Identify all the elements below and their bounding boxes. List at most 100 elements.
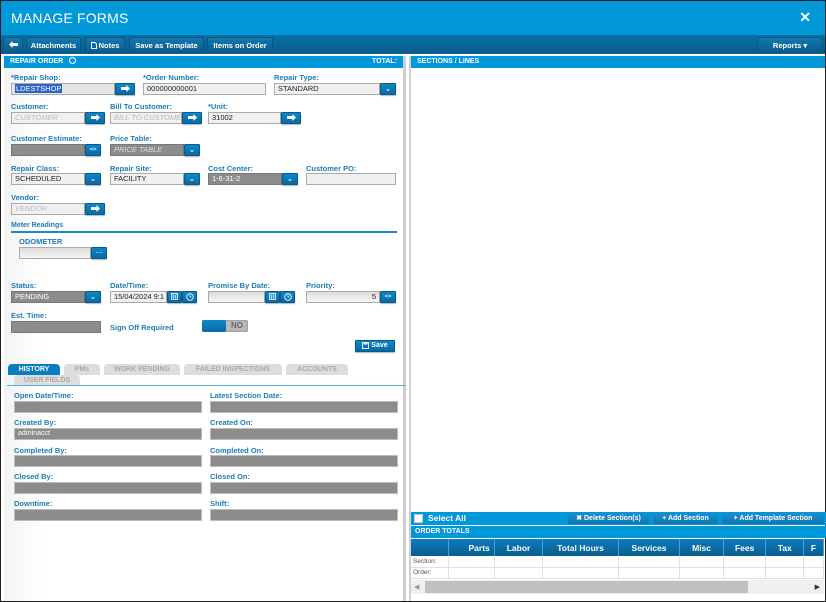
order-totals-header: ORDER TOTALS — [411, 526, 826, 538]
scrollbar-thumb[interactable] — [425, 581, 748, 593]
cell — [448, 567, 495, 579]
scroll-left-icon[interactable]: ◀ — [414, 583, 419, 591]
sign-off-toggle[interactable]: NO — [202, 320, 248, 332]
est-time-label: Est. Time: — [11, 311, 47, 320]
customer-input[interactable]: CUSTOMER — [11, 112, 85, 124]
repair-shop-input[interactable]: LDESTSHOP — [11, 83, 115, 95]
est-time-input[interactable] — [11, 321, 101, 333]
document-icon — [90, 42, 97, 49]
downtime-field — [14, 509, 202, 521]
chevron-down-icon[interactable]: ⌄ — [184, 173, 200, 185]
calendar-icon[interactable] — [265, 291, 280, 303]
chevron-down-icon[interactable]: ⌄ — [380, 83, 396, 95]
row-label: Section: — [411, 556, 450, 568]
repair-site-select[interactable]: FACILITY — [110, 173, 184, 185]
price-table-select[interactable]: PRICE TABLE — [110, 144, 184, 156]
bill-to-customer-input[interactable]: BILL TO CUSTOME — [110, 112, 182, 124]
cell — [765, 556, 805, 568]
chevron-down-icon[interactable]: ⌄ — [85, 173, 101, 185]
lookup-arrow-icon — [286, 114, 296, 122]
calendar-icon[interactable] — [167, 291, 182, 303]
horizontal-scrollbar[interactable]: ◀ ▶ — [411, 580, 824, 594]
notes-button[interactable]: Notes — [85, 37, 125, 52]
column-header-more: F — [803, 539, 824, 556]
cost-center-select[interactable]: 1-6-31-2 — [208, 173, 282, 185]
repair-order-title: REPAIR ORDER — [10, 58, 64, 65]
clock-icon[interactable] — [280, 291, 295, 303]
shift-label: Shift: — [210, 499, 230, 508]
vendor-lookup-button[interactable] — [85, 203, 105, 215]
notes-label: Notes — [98, 41, 120, 50]
select-all-checkbox[interactable] — [414, 514, 423, 523]
delete-sections-button[interactable]: ✖ Delete Section(s) — [568, 513, 649, 524]
created-by-label: Created By: — [14, 418, 57, 427]
items-on-order-button[interactable]: Items on Order — [207, 37, 273, 52]
priority-stepper[interactable]: ︿ ﹀ — [380, 291, 396, 303]
priority-label: Priority: — [306, 281, 335, 290]
tab-pms[interactable]: PMs — [64, 364, 100, 375]
odometer-more-button[interactable]: ... — [91, 247, 107, 259]
cell — [723, 567, 767, 579]
downtime-label: Downtime: — [14, 499, 53, 508]
chevron-down-icon[interactable]: ⌄ — [85, 291, 101, 303]
tab-work-pending[interactable]: WORK PENDING — [104, 364, 180, 375]
toggle-text: NO — [231, 321, 243, 330]
closed-on-field — [210, 482, 398, 494]
customer-estimate-input[interactable] — [11, 144, 85, 156]
tab-failed-inspections[interactable]: FAILED INSPECTIONS — [184, 364, 282, 375]
save-label: Save — [371, 342, 388, 349]
sections-action-bar: Select All ✖ Delete Section(s) + Add Sec… — [411, 512, 826, 525]
tab-history[interactable]: HISTORY — [8, 364, 60, 375]
tabs-divider — [7, 385, 406, 386]
cell — [542, 556, 619, 568]
vendor-input[interactable]: VENDOR — [11, 203, 85, 215]
cell — [679, 556, 724, 568]
bill-to-customer-label: Bill To Customer: — [110, 102, 172, 111]
chevron-down-icon[interactable]: ⌄ — [184, 144, 200, 156]
customer-estimate-stepper[interactable]: ︿ ﹀ — [85, 144, 101, 156]
attachments-button[interactable]: Attachments — [26, 37, 81, 52]
promise-by-date-input[interactable] — [208, 291, 265, 303]
reports-dropdown[interactable]: Reports ▾ — [757, 37, 823, 52]
cell — [723, 556, 767, 568]
priority-input[interactable]: 5 — [306, 291, 380, 303]
repair-class-select[interactable]: SCHEDULED — [11, 173, 85, 185]
order-number-input[interactable]: 000000000001 — [143, 83, 266, 95]
date-time-input[interactable]: 15/04/2024 9:1 — [110, 291, 167, 303]
save-as-template-button[interactable]: Save as Template — [129, 37, 204, 52]
bill-to-customer-lookup-button[interactable] — [182, 112, 202, 124]
clock-icon[interactable] — [182, 291, 197, 303]
cell — [765, 567, 805, 579]
column-header-services: Services — [618, 539, 681, 556]
row-label: Order: — [411, 567, 450, 579]
close-icon[interactable]: ✕ — [799, 9, 811, 26]
created-on-field — [210, 428, 398, 440]
save-icon — [362, 341, 370, 349]
lookup-arrow-icon — [90, 205, 100, 213]
save-button[interactable]: Save — [355, 340, 395, 352]
unit-input[interactable]: 31002 — [208, 112, 281, 124]
repair-type-label: Repair Type: — [274, 73, 319, 82]
chevron-down-icon[interactable]: ⌄ — [282, 173, 298, 185]
customer-lookup-button[interactable] — [85, 112, 105, 124]
closed-by-label: Closed By: — [14, 472, 54, 481]
promise-by-date-label: Promise By Date: — [208, 281, 271, 290]
customer-po-input[interactable] — [306, 173, 396, 185]
customer-label: Customer: — [11, 102, 49, 111]
cell — [618, 567, 681, 579]
add-section-button[interactable]: + Add Section — [653, 513, 718, 524]
tab-accounts[interactable]: ACCOUNTS — [286, 364, 348, 375]
repair-type-select[interactable]: STANDARD — [274, 83, 380, 95]
add-template-section-button[interactable]: + Add Template Section — [722, 513, 824, 524]
open-date-time-field — [14, 401, 202, 413]
price-table-label: Price Table: — [110, 134, 152, 143]
latest-section-date-field — [210, 401, 398, 413]
repair-shop-lookup-button[interactable] — [115, 83, 135, 95]
column-header-labor: Labor — [494, 539, 544, 556]
title-bar: MANAGE FORMS ✕ — [1, 1, 825, 35]
unit-lookup-button[interactable] — [281, 112, 301, 124]
status-select[interactable]: PENDING — [11, 291, 85, 303]
odometer-input[interactable] — [19, 247, 91, 259]
scroll-right-icon[interactable]: ▶ — [815, 583, 820, 591]
back-button[interactable] — [3, 37, 23, 52]
